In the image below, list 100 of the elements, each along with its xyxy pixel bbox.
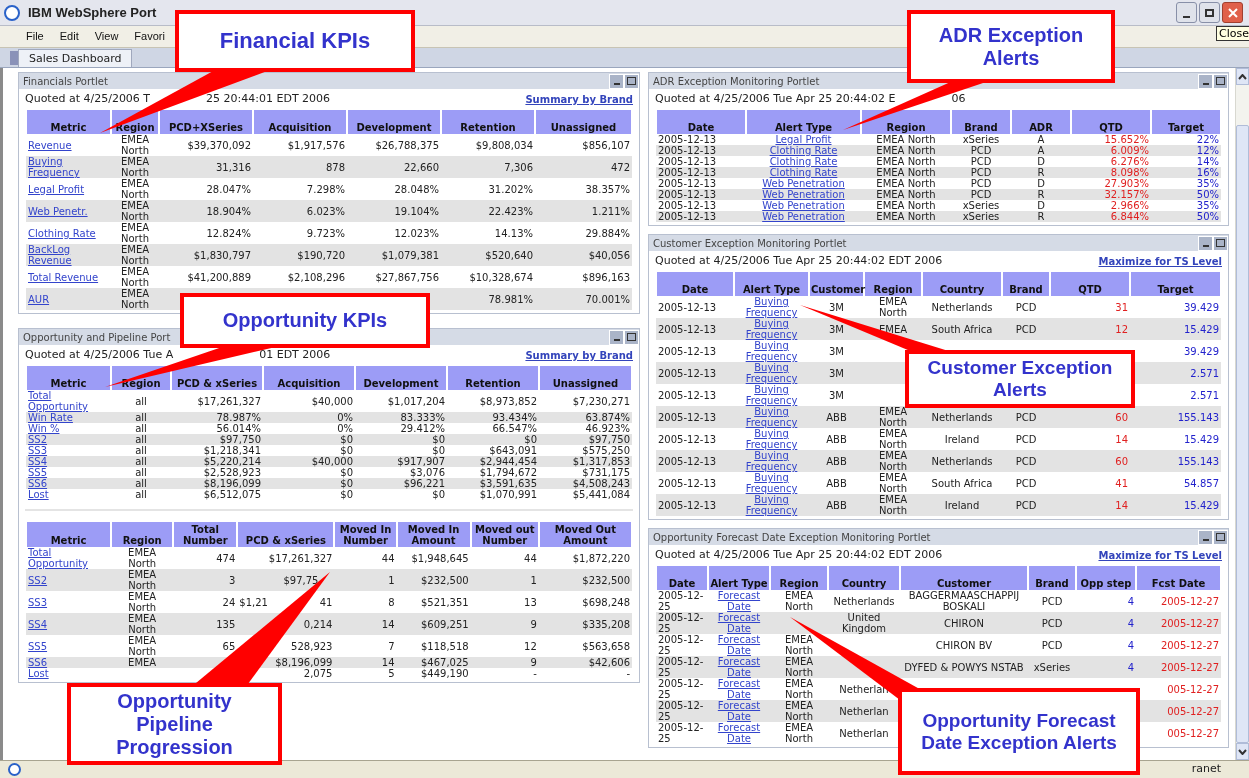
table-link[interactable]: Buying Frequency: [736, 340, 807, 362]
table-cell: $2,108,296: [253, 266, 347, 288]
table-link[interactable]: Lost: [28, 668, 49, 679]
table-link[interactable]: Web Penetration: [762, 211, 845, 222]
column-header: Alert Type: [746, 110, 861, 134]
table-link[interactable]: SS6: [28, 657, 48, 668]
table-cell: $1,017,204: [355, 390, 447, 412]
table-link[interactable]: Buying Frequency: [736, 296, 807, 318]
maximize-button[interactable]: [1213, 73, 1228, 89]
table-cell: 12.023%: [347, 222, 441, 244]
table-link[interactable]: Legal Profit: [775, 134, 832, 145]
table-link[interactable]: Legal Profit: [28, 183, 85, 195]
browser-icon: [8, 763, 21, 776]
restore-button[interactable]: [1199, 2, 1220, 23]
table-link[interactable]: SS5: [28, 467, 48, 478]
table-link[interactable]: SS3: [28, 445, 48, 456]
close-button[interactable]: [1222, 2, 1243, 23]
table-link[interactable]: Forecast Date: [710, 722, 768, 744]
table-link[interactable]: Clothing Rate: [769, 156, 838, 167]
table-cell: PCD: [1002, 406, 1050, 428]
table-link[interactable]: Forecast Date: [710, 678, 768, 700]
table-cell: $1,872,220: [538, 547, 632, 569]
table-cell: $0: [355, 434, 447, 445]
table-link[interactable]: Buying Frequency: [736, 318, 807, 340]
summary-link[interactable]: Summary by Brand: [525, 92, 633, 107]
table-link[interactable]: Lost: [28, 489, 49, 500]
table-link[interactable]: Buying Frequency: [736, 406, 807, 428]
table-cell: $42,606: [538, 657, 632, 668]
table-link[interactable]: SS2: [28, 434, 48, 445]
tab[interactable]: Sales Dashboard: [18, 49, 133, 67]
table-link[interactable]: SS4: [28, 456, 48, 467]
table-link[interactable]: Buying Frequency: [736, 362, 807, 384]
table-cell: R: [1011, 167, 1071, 178]
table-link[interactable]: Forecast Date: [710, 634, 768, 656]
table-link[interactable]: Win Rate: [28, 412, 73, 423]
column-header: Metric: [26, 522, 112, 547]
menu-item[interactable]: File: [26, 28, 44, 45]
table-cell: 2005-12-13: [656, 472, 734, 494]
table-link[interactable]: Total Opportunity: [28, 547, 110, 569]
menu-item[interactable]: View: [94, 28, 119, 45]
summary-link[interactable]: Maximize for TS Level: [1098, 548, 1222, 563]
table-cell: 6.276%: [1071, 156, 1151, 167]
table-cell: 7: [334, 635, 397, 657]
table-link[interactable]: Clothing Rate: [769, 145, 838, 156]
table-cell: EMEA North: [861, 134, 951, 145]
table-link[interactable]: SS2: [28, 574, 48, 586]
table-cell: 2005-12-13: [656, 428, 734, 450]
table-link[interactable]: Forecast Date: [710, 590, 768, 612]
minimize-button[interactable]: [1176, 2, 1197, 23]
table-cell: EMEA North: [864, 472, 922, 494]
table-link[interactable]: Buying Frequency: [736, 450, 807, 472]
table-link[interactable]: Clothing Rate: [769, 167, 838, 178]
maximize-button[interactable]: [624, 329, 639, 345]
table-link[interactable]: Clothing Rate: [28, 227, 96, 239]
table-link[interactable]: SS4: [28, 618, 48, 630]
table-cell: CHIRON: [900, 612, 1028, 634]
table-cell: 2005-12-27: [1136, 634, 1221, 656]
minimize-icon: [1202, 244, 1209, 247]
table-link[interactable]: Web Penetration: [762, 189, 845, 200]
table-cell: 12: [470, 635, 539, 657]
summary-link[interactable]: Maximize for TS Level: [1098, 254, 1222, 269]
table-cell: 38.357%: [535, 178, 632, 200]
maximize-button[interactable]: [1213, 235, 1228, 251]
table-link[interactable]: Forecast Date: [710, 700, 768, 722]
table-link[interactable]: Win %: [28, 423, 60, 434]
table-cell: $3,591,635: [447, 478, 539, 489]
menu-item[interactable]: Favori: [134, 28, 165, 45]
table-link[interactable]: Web Penetration: [762, 178, 845, 189]
table-cell: 3M: [809, 296, 864, 318]
table-cell: 65: [173, 635, 238, 657]
table-link[interactable]: Buying Frequency: [28, 156, 109, 178]
menu-item[interactable]: Edit: [59, 28, 79, 45]
table-cell: xSeries: [1028, 656, 1076, 678]
table-link[interactable]: Forecast Date: [710, 656, 768, 678]
table-link[interactable]: Buying Frequency: [736, 428, 807, 450]
table-link[interactable]: Total Opportunity: [28, 390, 109, 412]
table-link[interactable]: SS5: [28, 640, 48, 652]
table-link[interactable]: Revenue: [28, 139, 72, 151]
table-cell: 2005-12-13: [656, 189, 746, 200]
scrollbar-thumb[interactable]: [1236, 125, 1249, 743]
table-link[interactable]: SS3: [28, 596, 48, 608]
table-cell: 14: [1050, 428, 1130, 450]
table-link[interactable]: Buying Frequency: [736, 472, 807, 494]
table-link[interactable]: BackLog Revenue: [28, 244, 109, 266]
table-link[interactable]: Buying Frequency: [736, 494, 807, 516]
table-link[interactable]: Web Penetr.: [28, 205, 88, 217]
table-link[interactable]: Forecast Date: [710, 612, 768, 634]
table-link[interactable]: Buying Frequency: [736, 384, 807, 406]
scrollbar[interactable]: [1235, 68, 1249, 760]
table-link[interactable]: AUR: [28, 293, 50, 305]
table-link[interactable]: Web Penetration: [762, 200, 845, 211]
maximize-button[interactable]: [624, 73, 639, 89]
table-link[interactable]: Total Revenue: [28, 271, 99, 283]
table-link[interactable]: SS6: [28, 478, 48, 489]
portlet-title: Customer Exception Monitoring Portlet: [653, 236, 847, 251]
summary-link[interactable]: Summary by Brand: [525, 348, 633, 363]
table-cell: $0: [355, 445, 447, 456]
window-title: IBM WebSphere Port: [28, 3, 157, 22]
timestamp-text: Quoted at 4/25/2006 Tue A: [25, 347, 174, 364]
maximize-button[interactable]: [1213, 529, 1228, 545]
